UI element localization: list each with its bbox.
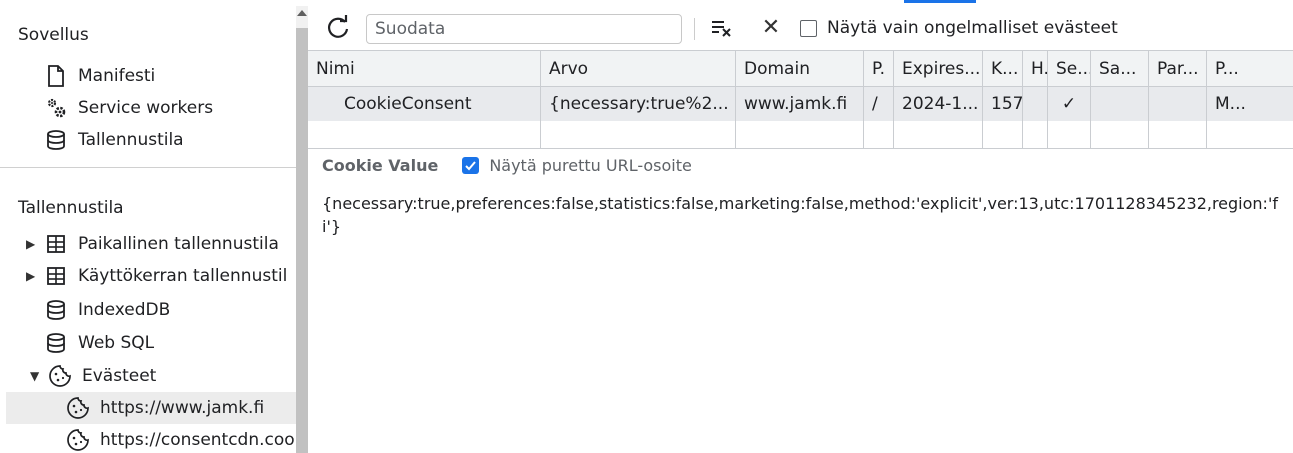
only-issues-checkbox[interactable]: Näytä vain ongelmalliset evästeet (800, 18, 1118, 38)
sidebar-item-label: Käyttökerran tallennustil (78, 266, 288, 286)
clear-filtered-icon[interactable] (708, 14, 738, 42)
column-header-name[interactable]: Nimi (308, 51, 541, 86)
cookie-value-title: Cookie Value (322, 156, 439, 175)
sidebar-item-cookie-consentcdn[interactable]: https://consentcdn.coo (66, 424, 295, 453)
close-icon[interactable]: ✕ (758, 14, 784, 42)
sidebar-item-service-workers[interactable]: Service workers (44, 92, 213, 124)
gears-icon (44, 96, 68, 120)
column-header-expires[interactable]: Expires... (894, 51, 983, 86)
column-header-value[interactable]: Arvo (541, 51, 736, 86)
sidebar-item-web-sql[interactable]: Web SQL (44, 327, 154, 359)
document-icon (44, 64, 68, 88)
column-header-secure[interactable]: Se... (1048, 51, 1091, 86)
cell-expires: 2024-1... (894, 87, 983, 121)
checkbox-box[interactable] (800, 19, 817, 37)
database-icon (44, 128, 68, 152)
cookies-toolbar: ✕ Näytä vain ongelmalliset evästeet (308, 6, 1293, 50)
collapse-arrow-icon[interactable]: ▼ (30, 369, 44, 383)
sidebar-item-label: Service workers (78, 98, 214, 118)
cookie-icon (66, 428, 90, 452)
cookies-panel: ✕ Näytä vain ongelmalliset evästeet Nimi… (308, 6, 1293, 453)
cookies-table: Nimi Arvo Domain P. Expires... K... H. S… (308, 50, 1293, 150)
cell-path: / (864, 87, 894, 121)
table-row-empty (308, 121, 1293, 149)
cell-name: CookieConsent (308, 87, 541, 121)
cell-value: {necessary:true%2... (541, 87, 736, 121)
application-sidebar: Sovellus Manifesti Service workers Talle… (0, 6, 296, 453)
cookie-value-text: {necessary:true,preferences:false,statis… (322, 194, 1278, 236)
sidebar-item-label: https://consentcdn.coo (100, 430, 295, 450)
column-header-httponly[interactable]: H. (1023, 51, 1048, 86)
active-tab-indicator (904, 0, 976, 3)
cookie-value-header: Cookie Value Näytä purettu URL-osoite (322, 156, 692, 175)
table-icon (44, 264, 68, 288)
sidebar-item-label: IndexedDB (78, 300, 171, 320)
column-header-path[interactable]: P. (864, 51, 894, 86)
sidebar-item-label: Evästeet (82, 366, 157, 386)
expand-arrow-icon[interactable]: ▶ (26, 269, 40, 283)
cell-samesite (1091, 87, 1149, 121)
sidebar-scrollbar[interactable] (296, 6, 308, 453)
section-title-storage: Tallennustila (18, 198, 124, 218)
column-header-partition-key[interactable]: Par... (1149, 51, 1207, 86)
sidebar-item-label: Manifesti (78, 66, 156, 86)
table-header: Nimi Arvo Domain P. Expires... K... H. S… (308, 51, 1293, 87)
toolbar-divider (694, 18, 695, 40)
column-header-domain[interactable]: Domain (736, 51, 864, 86)
only-issues-label: Näytä vain ongelmalliset evästeet (827, 18, 1118, 38)
cell-priority: M... (1215, 94, 1246, 114)
cell-domain: www.jamk.fi (736, 87, 864, 121)
column-header-priority[interactable]: P... (1207, 51, 1293, 86)
cell-httponly (1023, 87, 1048, 121)
database-icon (44, 331, 68, 355)
filter-input[interactable] (366, 14, 682, 44)
checkmark-icon[interactable] (462, 157, 480, 174)
section-title-app: Sovellus (18, 25, 89, 45)
sidebar-item-manifest[interactable]: Manifesti (44, 60, 155, 92)
cookie-icon (66, 396, 90, 420)
cell-size: 157 (983, 87, 1023, 121)
section-divider (0, 167, 296, 168)
sidebar-item-label: https://www.jamk.fi (100, 398, 265, 418)
sidebar-item-indexeddb[interactable]: IndexedDB (44, 294, 170, 326)
column-header-size[interactable]: K... (983, 51, 1023, 86)
column-header-samesite[interactable]: Sa... (1091, 51, 1149, 86)
sidebar-item-cookie-jamk[interactable]: https://www.jamk.fi (6, 392, 296, 424)
sidebar-item-label: Web SQL (78, 333, 155, 353)
scroll-up-arrow-icon[interactable] (297, 10, 307, 16)
show-decoded-label: Näytä purettu URL-osoite (489, 156, 692, 175)
sidebar-item-label: Tallennustila (78, 130, 184, 150)
cell-partition-key (1149, 87, 1207, 121)
sidebar-item-storage[interactable]: Tallennustila (44, 124, 184, 156)
cell-secure: ✓ (1048, 87, 1091, 121)
sidebar-item-local-storage[interactable]: ▶ Paikallinen tallennustila (26, 228, 279, 260)
cookie-icon (48, 364, 72, 388)
refresh-icon[interactable] (324, 14, 352, 42)
table-row[interactable]: CookieConsent {necessary:true%2... www.j… (308, 87, 1293, 121)
show-decoded-checkbox[interactable]: Näytä purettu URL-osoite (462, 156, 692, 175)
sidebar-item-cookies[interactable]: ▼ Evästeet (30, 360, 156, 392)
table-icon (44, 232, 68, 256)
scrollbar-thumb[interactable] (296, 28, 308, 453)
expand-arrow-icon[interactable]: ▶ (26, 237, 40, 251)
sidebar-item-session-storage[interactable]: ▶ Käyttökerran tallennustil (26, 260, 287, 292)
database-icon (44, 298, 68, 322)
sidebar-item-label: Paikallinen tallennustila (78, 234, 279, 254)
